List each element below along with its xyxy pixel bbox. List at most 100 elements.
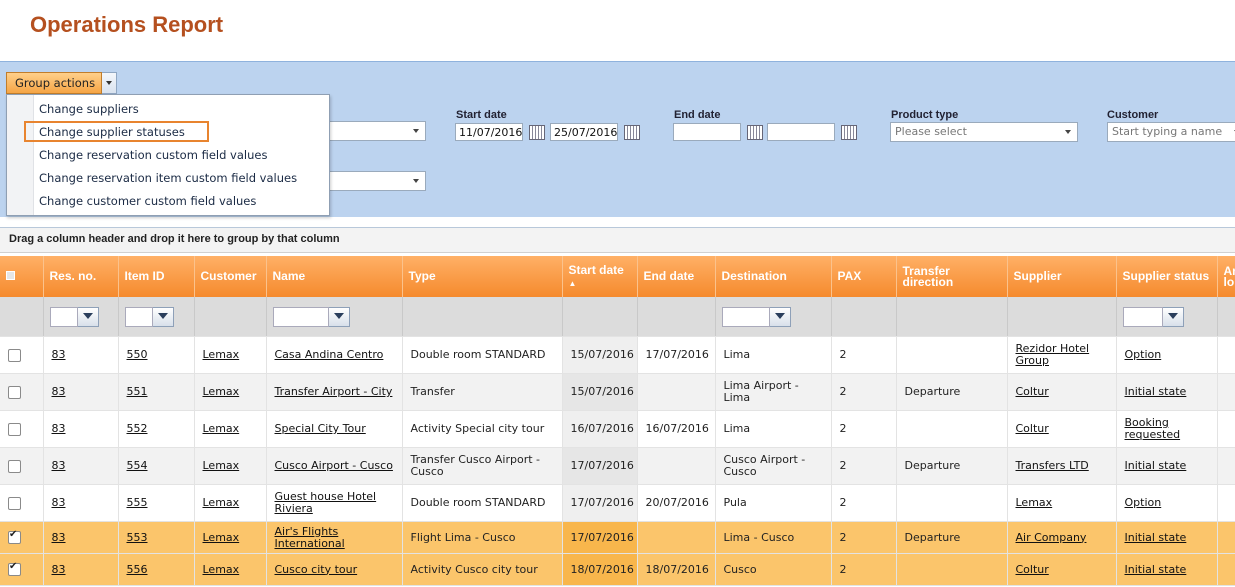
table-row[interactable]: 83 550 Lemax Casa Andina Centro Double room …: [0, 336, 1235, 374]
res-no-link[interactable]: 83: [52, 531, 66, 544]
supplier-link[interactable]: Coltur: [1016, 422, 1049, 435]
filter-input[interactable]: [721, 306, 770, 327]
item-id-link[interactable]: 551: [127, 385, 148, 398]
name-filter[interactable]: [266, 297, 403, 337]
item-id-link[interactable]: 554: [127, 459, 148, 472]
supplier-link[interactable]: Lemax: [1016, 496, 1053, 509]
supplier-link[interactable]: Rezidor Hotel Group: [1016, 342, 1090, 367]
supplier-status-filter[interactable]: [1116, 297, 1218, 337]
column-header-supplier[interactable]: Supplier: [1007, 256, 1117, 297]
res-no-filter[interactable]: [43, 297, 119, 337]
row-select-cell[interactable]: [0, 410, 44, 448]
chevron-down-icon[interactable]: [102, 72, 118, 94]
row-select-cell[interactable]: [0, 553, 44, 586]
column-header-item-id[interactable]: Item ID: [118, 256, 195, 297]
customer-link[interactable]: Lemax: [203, 422, 240, 435]
supplier-link[interactable]: Coltur: [1016, 385, 1049, 398]
column-header-supplier-status[interactable]: Supplier status: [1116, 256, 1218, 297]
row-select-cell[interactable]: [0, 336, 44, 374]
name-link[interactable]: Guest house Hotel Riviera: [275, 490, 377, 515]
customer-input[interactable]: Start typing a name: [1107, 122, 1235, 142]
item-id-link[interactable]: 556: [127, 563, 148, 576]
item-id-link[interactable]: 552: [127, 422, 148, 435]
name-link[interactable]: Air's Flights International: [275, 525, 345, 550]
table-row[interactable]: 83 553 Lemax Air's Flights International Fli…: [0, 521, 1235, 554]
supplier-link[interactable]: Air Company: [1016, 531, 1087, 544]
calendar-icon[interactable]: [841, 125, 857, 140]
supplier-status-link[interactable]: Initial state: [1125, 531, 1187, 544]
menu-item-change-customer-custom-fields[interactable]: Change customer custom field values: [39, 194, 256, 208]
row-select-cell[interactable]: [0, 447, 44, 485]
supplier-status-link[interactable]: Option: [1125, 496, 1162, 509]
supplier-status-link[interactable]: Option: [1125, 348, 1162, 361]
group-actions-control[interactable]: Group actions: [6, 72, 118, 94]
menu-item-change-suppliers[interactable]: Change suppliers: [39, 102, 139, 116]
calendar-icon[interactable]: [529, 125, 545, 140]
res-no-link[interactable]: 83: [52, 563, 66, 576]
name-link[interactable]: Transfer Airport - City: [275, 385, 393, 398]
filter-icon[interactable]: [77, 306, 99, 327]
row-select-cell[interactable]: [0, 521, 44, 554]
filter-icon[interactable]: [328, 306, 350, 327]
supplier-status-link[interactable]: Initial state: [1125, 459, 1187, 472]
table-row[interactable]: 83 555 Lemax Guest house Hotel Riviera Doubl…: [0, 484, 1235, 522]
customer-link[interactable]: Lemax: [203, 348, 240, 361]
name-link[interactable]: Special City Tour: [275, 422, 366, 435]
column-header-type[interactable]: Type: [402, 256, 563, 297]
supplier-status-link[interactable]: Initial state: [1125, 563, 1187, 576]
row-select-cell[interactable]: [0, 373, 44, 411]
column-header-start-date[interactable]: Start date ▲: [562, 256, 638, 297]
select-all-checkbox[interactable]: [6, 271, 15, 280]
customer-link[interactable]: Lemax: [203, 385, 240, 398]
row-checkbox[interactable]: [8, 385, 21, 399]
column-header-customer[interactable]: Customer: [194, 256, 267, 297]
column-header-res-no[interactable]: Res. no.: [43, 256, 119, 297]
name-link[interactable]: Casa Andina Centro: [275, 348, 384, 361]
filter-select-1[interactable]: [320, 121, 426, 141]
row-checkbox[interactable]: [8, 561, 21, 576]
supplier-link[interactable]: Coltur: [1016, 563, 1049, 576]
select-all-header[interactable]: [0, 256, 44, 297]
res-no-link[interactable]: 83: [52, 422, 66, 435]
column-header-transfer-direction[interactable]: Transfer direction: [896, 256, 1008, 297]
filter-icon[interactable]: [1162, 306, 1184, 327]
destination-filter[interactable]: [715, 297, 832, 337]
item-id-link[interactable]: 555: [127, 496, 148, 509]
res-no-link[interactable]: 83: [52, 385, 66, 398]
start-date-from-input[interactable]: 11/07/2016: [455, 123, 523, 141]
calendar-icon[interactable]: [747, 125, 763, 140]
column-header-name[interactable]: Name: [266, 256, 403, 297]
start-date-to-input[interactable]: 25/07/2016: [550, 123, 618, 141]
table-row[interactable]: 83 551 Lemax Transfer Airport - City Transfe…: [0, 373, 1235, 411]
table-row[interactable]: 83 554 Lemax Cusco Airport - Cusco Transfer …: [0, 447, 1235, 485]
group-actions-button[interactable]: Group actions: [6, 72, 103, 94]
calendar-icon[interactable]: [624, 125, 640, 140]
name-link[interactable]: Cusco Airport - Cusco: [275, 459, 393, 472]
end-date-to-input[interactable]: [767, 123, 835, 141]
supplier-link[interactable]: Transfers LTD: [1016, 459, 1089, 472]
table-row[interactable]: 83 552 Lemax Special City Tour Activity Spec…: [0, 410, 1235, 448]
menu-item-change-reservation-item-custom-fields[interactable]: Change reservation item custom field val…: [39, 171, 297, 185]
table-row[interactable]: 83 556 Lemax Cusco city tour Activity Cusco …: [0, 553, 1235, 586]
row-checkbox[interactable]: [8, 529, 21, 544]
row-checkbox[interactable]: [8, 348, 21, 362]
filter-select-2[interactable]: [320, 171, 426, 191]
menu-item-change-reservation-custom-fields[interactable]: Change reservation custom field values: [39, 148, 267, 162]
filter-icon[interactable]: [152, 306, 174, 327]
row-checkbox[interactable]: [8, 459, 21, 473]
name-link[interactable]: Cusco city tour: [275, 563, 358, 576]
customer-link[interactable]: Lemax: [203, 531, 240, 544]
column-header-pax[interactable]: PAX: [831, 256, 897, 297]
end-date-from-input[interactable]: [673, 123, 741, 141]
product-type-select[interactable]: Please select: [890, 122, 1078, 142]
supplier-status-link[interactable]: Booking requested: [1125, 416, 1181, 441]
column-header-destination[interactable]: Destination: [715, 256, 832, 297]
res-no-link[interactable]: 83: [52, 348, 66, 361]
column-header-truncated[interactable]: Ar lo: [1217, 256, 1235, 297]
row-checkbox[interactable]: [8, 496, 21, 510]
customer-link[interactable]: Lemax: [203, 459, 240, 472]
res-no-link[interactable]: 83: [52, 459, 66, 472]
res-no-link[interactable]: 83: [52, 496, 66, 509]
filter-input[interactable]: [1122, 306, 1163, 327]
item-id-link[interactable]: 550: [127, 348, 148, 361]
